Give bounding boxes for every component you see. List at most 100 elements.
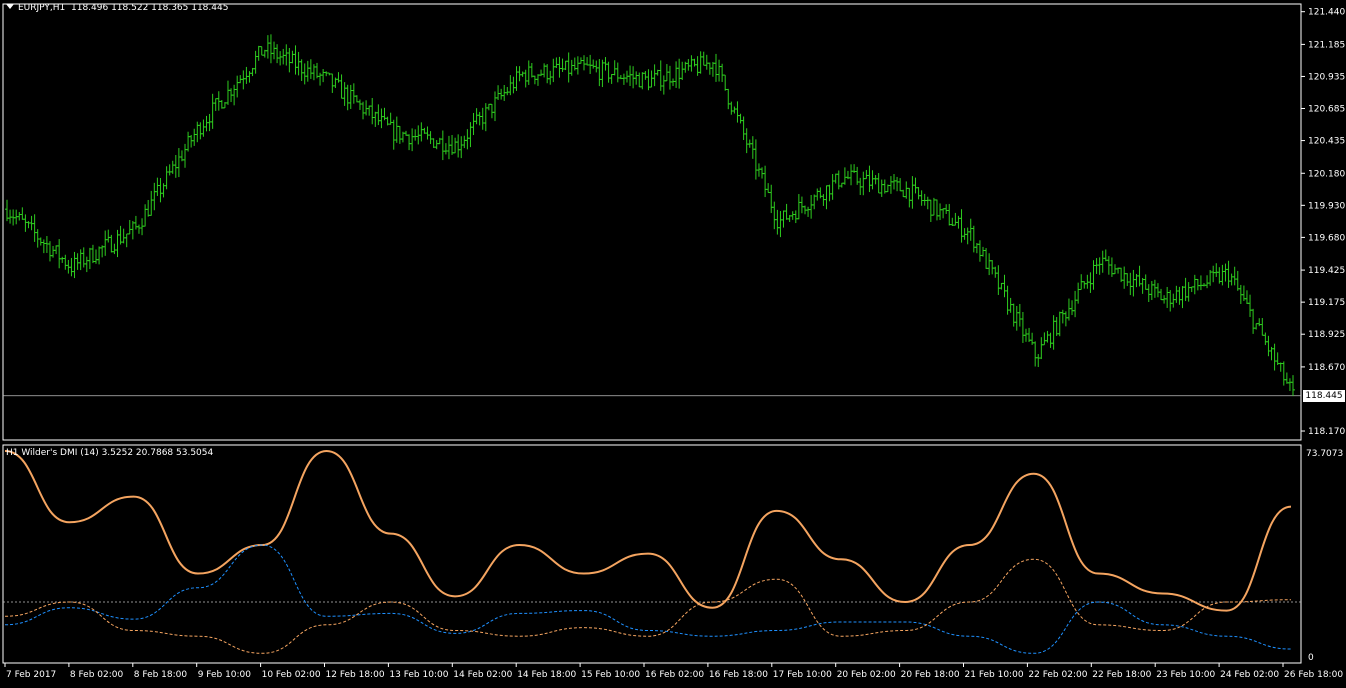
price-axis-label: 121.185 xyxy=(1308,40,1345,50)
ohlc-bar xyxy=(348,84,353,109)
ohlc-bar xyxy=(1195,278,1200,291)
ohlc-bar xyxy=(585,57,590,66)
ohlc-bar xyxy=(615,62,620,83)
ohlc-bar xyxy=(508,75,513,96)
ohlc-bar xyxy=(612,60,617,76)
ohlc-bar xyxy=(1076,282,1081,304)
ohlc-bar xyxy=(69,257,74,277)
ohlc-bar xyxy=(1011,303,1016,327)
ohlc-bar xyxy=(1137,265,1142,287)
ohlc-bar xyxy=(440,130,445,161)
dropdown-triangle-icon[interactable] xyxy=(6,4,14,9)
ohlc-bar xyxy=(1229,273,1234,286)
ohlc-bar xyxy=(81,247,86,268)
ohlc-bar xyxy=(456,134,461,158)
ohlc-bar xyxy=(210,93,215,129)
ohlc-bar xyxy=(750,136,755,159)
ohlc-bar xyxy=(640,72,645,90)
ohlc-bar xyxy=(57,239,62,269)
ohlc-bar xyxy=(1042,332,1047,346)
ohlc-bar xyxy=(44,236,49,253)
ohlc-bar xyxy=(649,70,654,88)
ohlc-bar xyxy=(204,115,209,132)
ohlc-bar xyxy=(723,74,728,91)
ohlc-bar xyxy=(213,98,218,111)
ohlc-bar xyxy=(987,253,992,276)
ohlc-bar xyxy=(253,50,258,74)
ohlc-bar xyxy=(892,174,897,190)
ohlc-bar xyxy=(1023,328,1028,342)
ohlc-bar xyxy=(1051,315,1056,350)
ohlc-bar xyxy=(1131,269,1136,297)
ohlc-bar xyxy=(806,206,811,217)
ohlc-bar xyxy=(63,254,68,270)
ohlc-bar xyxy=(1171,293,1176,308)
symbol-label[interactable]: EURJPY,H1 118.496 118.522 118.365 118.44… xyxy=(6,3,228,13)
ohlc-bar xyxy=(339,74,344,99)
ohlc-bar xyxy=(873,175,878,185)
time-axis-label: 15 Feb 10:00 xyxy=(581,670,640,680)
ohlc-bar xyxy=(689,55,694,72)
ohlc-bar xyxy=(284,44,289,66)
ohlc-bar xyxy=(701,51,706,66)
ohlc-bar xyxy=(796,194,801,220)
time-axis-label: 14 Feb 18:00 xyxy=(517,670,576,680)
ohlc-bar xyxy=(551,58,556,83)
ohlc-bar xyxy=(17,212,22,221)
ohlc-bar xyxy=(999,282,1004,290)
ohlc-bar xyxy=(938,203,943,221)
ohlc-bar xyxy=(634,71,639,85)
ohlc-bar xyxy=(631,66,636,89)
ohlc-bar xyxy=(1192,274,1197,295)
ohlc-bar xyxy=(990,260,995,275)
ohlc-bar xyxy=(462,135,467,149)
ohlc-bar xyxy=(956,215,961,229)
symbol-name: EURJPY,H1 xyxy=(18,3,66,13)
ohlc-bar xyxy=(981,246,986,257)
ohlc-bar xyxy=(741,116,746,141)
ohlc-bar xyxy=(971,225,976,253)
ohlc-bar xyxy=(1220,264,1225,286)
ohlc-bar xyxy=(112,243,117,255)
ohlc-bar xyxy=(947,203,952,226)
ohlc-bar xyxy=(775,209,780,235)
ohlc-bar xyxy=(244,66,249,84)
ohlc-bar xyxy=(342,82,347,106)
ohlc-bar xyxy=(152,182,157,211)
ohlc-bar xyxy=(66,259,71,274)
ohlc-bar xyxy=(888,176,893,194)
ohlc-bar xyxy=(299,59,304,82)
price-axis-label: 119.930 xyxy=(1308,201,1345,211)
ohlc-bar xyxy=(760,167,765,179)
ohlc-bar xyxy=(265,35,270,59)
ohlc-bar xyxy=(493,91,498,122)
ohlc-bar xyxy=(772,201,777,230)
ohlc-bar xyxy=(183,143,188,168)
ohlc-bar xyxy=(557,56,562,78)
ohlc-bar xyxy=(535,74,540,86)
ohlc-bar xyxy=(1146,284,1151,303)
ohlc-bar xyxy=(1008,297,1013,313)
ohlc-bar xyxy=(47,241,52,262)
ohlc-bar xyxy=(809,194,814,219)
time-axis-label: 22 Feb 18:00 xyxy=(1092,670,1151,680)
ohlc-bar xyxy=(394,116,399,143)
ohlc-bar xyxy=(928,199,933,223)
ohlc-bar xyxy=(671,78,676,87)
ohlc-bar xyxy=(710,61,715,77)
ohlc-bar xyxy=(913,177,918,194)
ohlc-bar xyxy=(167,164,172,176)
ohlc-bar xyxy=(20,207,25,220)
ohlc-bar xyxy=(833,173,838,184)
ohlc-bar xyxy=(812,194,817,210)
indicator-scale-max: 73.7073 xyxy=(1306,449,1343,459)
chart-canvas[interactable]: 121.440 121.185 120.935 120.685 120.435 120.1… xyxy=(0,0,1346,684)
ohlc-bar xyxy=(984,248,989,269)
ohlc-bar xyxy=(870,170,875,190)
ohlc-bar xyxy=(1103,249,1108,262)
ohlc-bar xyxy=(713,53,718,82)
ohlc-bar xyxy=(591,59,596,69)
ohlc-bar xyxy=(370,97,375,125)
ohlc-bar xyxy=(1091,260,1096,290)
ohlc-bar xyxy=(499,88,504,100)
